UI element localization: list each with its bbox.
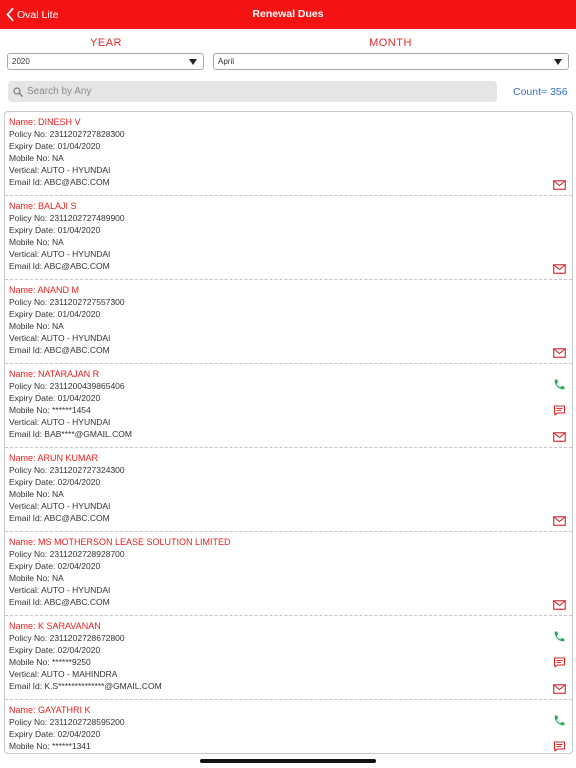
search-icon [13, 86, 23, 97]
mail-icon[interactable] [553, 681, 566, 699]
mail-icon[interactable] [553, 345, 566, 363]
expiry-date: Expiry Date: 02/04/2020 [9, 645, 101, 655]
customer-name: Name: MS MOTHERSON LEASE SOLUTION LIMITE… [9, 537, 231, 547]
month-label: MONTH [369, 37, 412, 49]
sms-icon[interactable] [553, 655, 566, 673]
vertical: Vertical: AUTO - HYUNDAI [9, 165, 111, 175]
year-select-value: 2020 [12, 57, 30, 66]
vertical: Vertical: AUTO - HYUNDAI [9, 585, 111, 595]
mail-icon[interactable] [553, 429, 566, 447]
policy-number: Policy No: 2311202728672800 [9, 633, 125, 643]
expiry-date: Expiry Date: 02/04/2020 [9, 729, 101, 739]
mail-icon[interactable] [553, 597, 566, 615]
policy-number: Policy No: 2311202727828300 [9, 129, 125, 139]
customer-name: Name: K SARAVANAN [9, 621, 101, 631]
expiry-date: Expiry Date: 01/04/2020 [9, 393, 101, 403]
customer-name: Name: ARUN KUMAR [9, 453, 99, 463]
list-item[interactable]: Name: GAYATHRI K Policy No: 2311202728595… [5, 700, 572, 753]
email-id: Email Id: ABC@ABC.COM [9, 345, 110, 355]
phone-icon[interactable] [553, 378, 566, 396]
sms-icon[interactable] [553, 739, 566, 753]
mobile-number: Mobile No: ******9250 [9, 657, 91, 667]
list-item[interactable]: Name: ARUN KUMAR Policy No: 2311202727324… [5, 448, 572, 532]
expiry-date: Expiry Date: 01/04/2020 [9, 141, 101, 151]
phone-icon[interactable] [553, 630, 566, 648]
dropdown-arrow-icon [554, 59, 562, 65]
vertical: Vertical: AUTO - HYUNDAI [9, 417, 111, 427]
policy-number: Policy No: 2311200439865406 [9, 381, 125, 391]
month-select[interactable]: April [213, 53, 569, 70]
mobile-number: Mobile No: NA [9, 489, 64, 499]
email-id: Email Id: ABC@ABC.COM [9, 177, 110, 187]
email-id: Email Id: ABC@ABC.COM [9, 261, 110, 271]
mail-icon[interactable] [553, 261, 566, 279]
vertical: Vertical: AUTO - HYUNDAI [9, 333, 111, 343]
phone-icon[interactable] [553, 714, 566, 732]
expiry-date: Expiry Date: 02/04/2020 [9, 561, 101, 571]
list-item[interactable]: Name: DINESH V Policy No: 231120272782830… [5, 112, 572, 196]
mobile-number: Mobile No: NA [9, 237, 64, 247]
renewal-list[interactable]: Name: DINESH V Policy No: 231120272782830… [4, 111, 573, 754]
email-id: Email Id: BAB****@GMAIL.COM [9, 429, 132, 439]
expiry-date: Expiry Date: 01/04/2020 [9, 309, 101, 319]
customer-name: Name: BALAJI S [9, 201, 77, 211]
vertical: Vertical: AUTO - HYUNDAI [9, 501, 111, 511]
policy-number: Policy No: 2311202727324300 [9, 465, 125, 475]
year-select[interactable]: 2020 [7, 53, 204, 70]
home-indicator [200, 759, 376, 763]
vertical: Vertical: AUTO - HYUNDAI [9, 249, 111, 259]
list-item[interactable]: Name: BALAJI S Policy No: 231120272748990… [5, 196, 572, 280]
policy-number: Policy No: 2311202728928700 [9, 549, 125, 559]
expiry-date: Expiry Date: 01/04/2020 [9, 225, 101, 235]
email-id: Email Id: K.S**************@GMAIL.COM [9, 681, 162, 691]
vertical: Vertical: AUTO - MAHINDRA [9, 669, 118, 679]
mail-icon[interactable] [553, 513, 566, 531]
expiry-date: Expiry Date: 02/04/2020 [9, 477, 101, 487]
policy-number: Policy No: 2311202727489900 [9, 213, 125, 223]
list-item[interactable]: Name: K SARAVANAN Policy No: 231120272867… [5, 616, 572, 700]
mail-icon[interactable] [553, 177, 566, 195]
customer-name: Name: NATARAJAN R [9, 369, 100, 379]
search-bar[interactable] [8, 81, 497, 102]
policy-number: Policy No: 2311202727557300 [9, 297, 125, 307]
mobile-number: Mobile No: NA [9, 573, 64, 583]
mobile-number: Mobile No: ******1454 [9, 405, 91, 415]
email-id: Email Id: ABC@ABC.COM [9, 513, 110, 523]
page-title: Renewal Dues [252, 8, 324, 20]
customer-name: Name: ANAND M [9, 285, 80, 295]
customer-name: Name: GAYATHRI K [9, 705, 91, 715]
list-item[interactable]: Name: NATARAJAN R Policy No: 231120043986… [5, 364, 572, 448]
mobile-number: Mobile No: ******1341 [9, 741, 91, 751]
month-select-value: April [218, 57, 235, 66]
sms-icon[interactable] [553, 403, 566, 421]
year-label: YEAR [90, 37, 122, 49]
policy-number: Policy No: 2311202728595200 [9, 717, 125, 727]
mobile-number: Mobile No: NA [9, 321, 64, 331]
email-id: Email Id: ABC@ABC.COM [9, 597, 110, 607]
mobile-number: Mobile No: NA [9, 153, 64, 163]
list-item[interactable]: Name: MS MOTHERSON LEASE SOLUTION LIMITE… [5, 532, 572, 616]
record-count: Count= 356 [513, 86, 568, 98]
search-input[interactable] [27, 86, 487, 97]
dropdown-arrow-icon [189, 59, 197, 65]
customer-name: Name: DINESH V [9, 117, 81, 127]
navigation-bar: Oval Lite Renewal Dues [0, 0, 576, 29]
list-item[interactable]: Name: ANAND M Policy No: 2311202727557300… [5, 280, 572, 364]
